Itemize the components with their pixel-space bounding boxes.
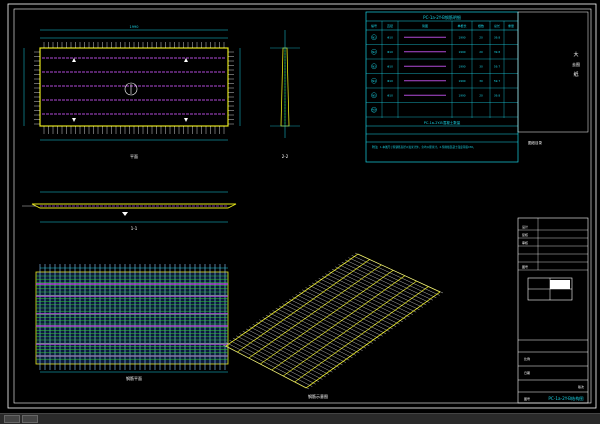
concrete-table-title: PC-1a-2Y-B混凝土数量	[424, 120, 461, 125]
layout-tab-model[interactable]	[4, 415, 20, 423]
table-cell: 59.7	[494, 79, 500, 83]
rebar-plan-view: 钢筋平面	[35, 264, 229, 381]
side-char-3: 纸	[573, 71, 578, 78]
section-11-label: 1-1	[131, 226, 138, 231]
section-1-1-view: 1-1	[22, 191, 237, 231]
rebar-schedule-table: PC-1a-2Y-B钢筋明细 编号 直径 简图 单根长 根数 总长 重量 N1 Φ10 1990…	[365, 11, 519, 163]
tb-scale-label: 比例	[524, 356, 530, 361]
section-22-label: 2-2	[282, 154, 289, 159]
table-cell: 30	[479, 79, 483, 83]
title-block-label: 图号	[522, 264, 528, 269]
table-header-cell: 直径	[387, 23, 393, 28]
title-block: 设计复核审核图号 比例 日期 PC-1a-2Y-B结构图 图号 版次	[517, 217, 589, 404]
table-cell: N1	[372, 35, 376, 39]
table-cell: 20	[479, 93, 483, 97]
table-cell: 59.7	[494, 64, 500, 68]
table-cell: 39.8	[494, 35, 500, 39]
layout-tab-bar	[0, 413, 600, 424]
notes-label: 附注	[372, 144, 378, 149]
tb-rev: 版次	[578, 384, 584, 389]
plan-dim-top: 1990	[130, 25, 139, 29]
table-cell: 1990	[458, 93, 465, 97]
table-header-cell: 单根长	[457, 23, 466, 28]
tb-date-label: 日期	[524, 370, 530, 375]
table-title: PC-1a-2Y-B钢筋明细	[423, 14, 461, 20]
side-box-label: 图纸目录	[528, 140, 542, 145]
table-header-cell: 重量	[508, 23, 514, 28]
table-cell: 1990	[458, 79, 465, 83]
table-cell: N2	[372, 50, 376, 54]
table-header-cell: 编号	[371, 23, 377, 28]
notes-text: 1.本图尺寸除钢筋直径以毫米计外，余均以厘米计。2.预制板混凝土强度等级C30。	[380, 145, 476, 149]
table-cell: 30	[479, 64, 483, 68]
section-2-2-view: 2-2	[270, 30, 300, 159]
drawing-name: PC-1a-2Y-B结构图	[548, 395, 583, 402]
title-block-label: 复核	[522, 232, 528, 237]
layout-tab-layout1[interactable]	[22, 415, 38, 423]
table-cell: 1990	[458, 50, 465, 54]
iso-view-label: 钢筋示意图	[308, 393, 328, 399]
table-cell: 39.8	[494, 50, 500, 54]
table-cell: 1990	[458, 64, 465, 68]
plan-view-label: 平面	[130, 154, 138, 159]
table-cell: N4	[372, 79, 376, 83]
plan-view: 1990 平面	[23, 25, 241, 159]
table-header-cell: 根数	[478, 23, 484, 28]
table-cell: 合计	[371, 108, 377, 112]
side-char-1: 大	[573, 51, 578, 58]
table-cell: 39.8	[494, 93, 500, 97]
table-cell: Φ10	[387, 64, 393, 68]
table-cell: Φ10	[387, 50, 393, 54]
table-cell: N3	[372, 64, 376, 68]
title-block-label: 设计	[522, 224, 528, 229]
table-header-cell: 简图	[422, 23, 428, 28]
table-cell: Φ10	[387, 93, 393, 97]
table-cell: 20	[479, 35, 483, 39]
iso-rebar-view: 钢筋示意图	[222, 252, 444, 399]
cad-drawing-canvas[interactable]: 1990 平面 2-2 1-1 钢筋平面 钢筋示意图 PC-1a-2Y-B钢筋明…	[0, 0, 600, 413]
rebar-plan-label: 钢筋平面	[126, 375, 142, 381]
table-cell: 20	[479, 50, 483, 54]
table-cell: Φ10	[387, 35, 393, 39]
table-header-cell: 总长	[494, 23, 500, 28]
table-cell: Φ10	[387, 79, 393, 83]
table-cell: N5	[372, 93, 376, 97]
side-annotation: 大 去图 纸 图纸目录	[517, 11, 589, 145]
tb-sheet: 图号	[524, 396, 530, 401]
title-block-label: 审核	[522, 240, 528, 245]
table-cell: 1990	[458, 35, 465, 39]
side-char-2: 去图	[572, 61, 580, 67]
